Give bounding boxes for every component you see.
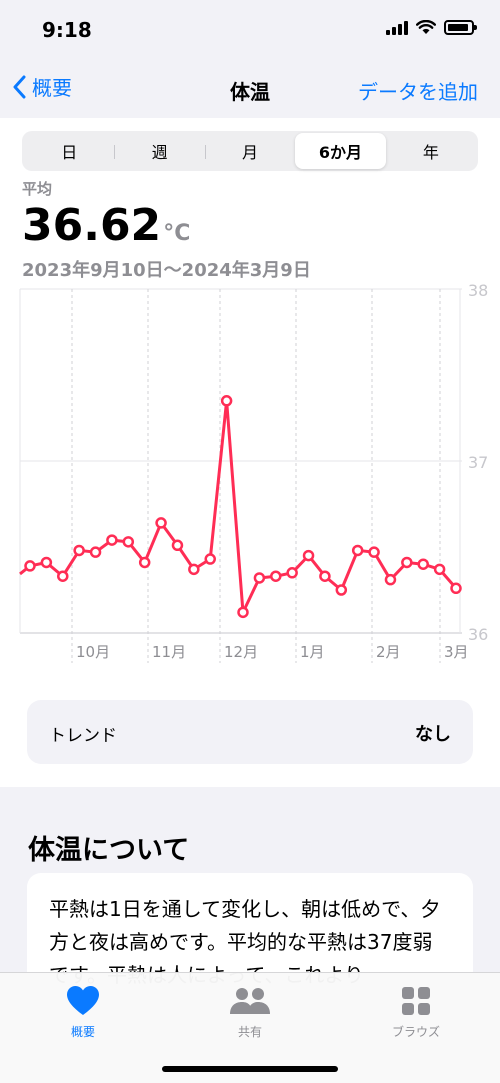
data-point: [319, 570, 331, 582]
heart-icon: [67, 986, 99, 1015]
status-icons: [386, 20, 477, 35]
body-temperature-chart[interactable]: 38 37 36 10月 11月 12月 1月 2月 3月: [0, 280, 500, 670]
grid-icon: [402, 987, 430, 1015]
trend-label: トレンド: [49, 726, 117, 746]
data-point: [73, 544, 85, 557]
data-point: [106, 534, 118, 546]
home-indicator: [162, 1066, 338, 1072]
y-tick-label: 37: [468, 453, 488, 472]
data-point: [237, 606, 249, 619]
data-point: [270, 570, 282, 582]
data-point: [171, 539, 184, 552]
battery-icon: [444, 20, 477, 35]
data-point: [401, 556, 413, 569]
data-point: [155, 517, 167, 529]
tab-browse[interactable]: ブラウズ: [356, 983, 476, 1040]
average-value: 36.62°C: [22, 200, 190, 251]
data-point: [286, 567, 298, 579]
segment-6-months[interactable]: 6か月: [295, 133, 386, 169]
segment-day[interactable]: 日: [24, 133, 114, 169]
navigation-bar: 概要 体温 データを追加: [0, 60, 500, 118]
x-tick-label: 11月: [152, 643, 186, 661]
data-point: [368, 546, 380, 558]
y-tick-label: 36: [468, 625, 488, 644]
data-point: [433, 563, 446, 576]
data-point: [351, 544, 364, 557]
data-point: [204, 553, 216, 565]
trend-value: なし: [415, 724, 451, 745]
about-title: 体温について: [28, 835, 190, 866]
trend-card[interactable]: トレンド なし: [27, 700, 473, 764]
average-number: 36.62: [22, 200, 162, 251]
data-point: [122, 536, 135, 548]
x-tick-label: 1月: [300, 643, 325, 661]
data-point: [253, 572, 266, 584]
cellular-signal-icon: [386, 20, 408, 35]
average-label: 平均: [22, 180, 53, 198]
add-data-button[interactable]: データを追加: [358, 76, 478, 105]
data-point: [57, 570, 69, 582]
tab-sharing-label: 共有: [237, 1025, 262, 1039]
segment-year[interactable]: 年: [386, 133, 476, 169]
data-point: [220, 395, 233, 407]
people-icon: [230, 988, 270, 1014]
status-time: 9:18: [42, 18, 92, 42]
data-point: [302, 549, 315, 562]
x-tick-label: 10月: [76, 643, 110, 661]
data-point: [417, 558, 429, 570]
temperature-unit: °C: [163, 221, 191, 246]
time-range-segmented-control: 日 週 月 6か月 年: [22, 131, 478, 171]
data-point: [40, 556, 53, 569]
tab-summary[interactable]: 概要: [23, 983, 143, 1040]
data-point: [384, 573, 397, 586]
status-bar: 9:18: [0, 0, 500, 60]
data-point: [188, 563, 200, 576]
wifi-icon: [416, 20, 436, 34]
segment-week[interactable]: 週: [114, 133, 204, 169]
data-point: [138, 556, 151, 569]
date-range: 2023年9月10日〜2024年3月9日: [22, 260, 311, 281]
tab-summary-label: 概要: [70, 1025, 95, 1039]
x-tick-label: 2月: [376, 643, 401, 661]
tab-sharing[interactable]: 共有: [190, 983, 310, 1040]
data-point: [335, 584, 348, 596]
tab-browse-label: ブラウズ: [391, 1025, 440, 1039]
y-tick-label: 38: [468, 281, 488, 300]
data-point: [450, 582, 462, 595]
segment-month[interactable]: 月: [204, 133, 295, 169]
x-tick-label: 3月: [444, 643, 469, 661]
data-point: [89, 546, 102, 558]
x-tick-label: 12月: [224, 643, 258, 661]
data-point: [24, 560, 36, 572]
